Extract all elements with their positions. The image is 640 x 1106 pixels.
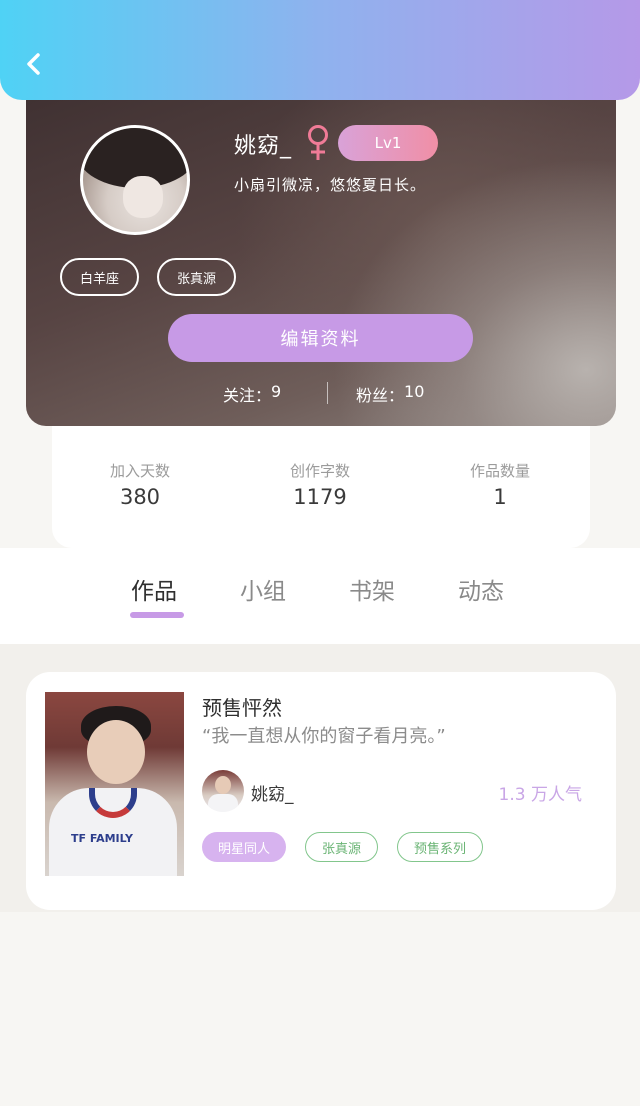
following-label: 关注：: [223, 386, 272, 405]
work-title[interactable]: 预售怦然: [202, 692, 282, 721]
author-avatar[interactable]: [202, 770, 244, 812]
stat-works-count: 作品数量 1: [430, 460, 570, 509]
work-tag-category[interactable]: 明星同人: [202, 832, 287, 862]
profile-tag-idol[interactable]: 张真源: [157, 258, 237, 296]
cover-jersey-text: TF FAMILY: [71, 832, 133, 845]
tab-bar: 作品 小组 书架 动态: [0, 548, 640, 644]
work-tag-series[interactable]: 预售系列: [397, 832, 484, 862]
stat-value: 380: [119, 485, 161, 509]
profile-tag-zodiac[interactable]: 白羊座: [60, 258, 140, 296]
female-gender-icon: [308, 125, 328, 160]
edit-profile-button[interactable]: 编辑资料: [168, 314, 473, 362]
followers-label: 粉丝：: [356, 386, 405, 405]
tab-groups[interactable]: 小组: [240, 572, 286, 606]
stat-label: 创作字数: [289, 462, 350, 480]
work-card[interactable]: TF FAMILY 预售怦然 “我一直想从你的窗子看月亮。” 姚窈_ 1.3 万…: [26, 672, 616, 910]
tab-bookshelf[interactable]: 书架: [349, 572, 395, 606]
top-header-bar: [0, 0, 640, 100]
level-badge: Lv1: [338, 125, 438, 161]
followers-count: 10: [404, 382, 425, 401]
work-cover-image[interactable]: TF FAMILY: [45, 692, 184, 876]
username: 姚窈_: [234, 134, 293, 159]
tab-works[interactable]: 作品: [131, 572, 177, 606]
follow-stats-row: 关注： 9 粉丝： 10: [26, 380, 616, 408]
active-tab-indicator: [130, 612, 184, 618]
follow-divider: [327, 382, 328, 404]
avatar[interactable]: [80, 125, 190, 235]
following-count: 9: [271, 382, 282, 401]
back-button[interactable]: [14, 44, 54, 84]
chevron-left-icon: [27, 53, 40, 75]
author-name[interactable]: 姚窈_: [251, 780, 294, 805]
stats-card: 加入天数 380 创作字数 1179 作品数量 1: [52, 420, 590, 548]
stat-word-count: 创作字数 1179: [250, 460, 390, 509]
following-link[interactable]: 关注： 9: [223, 382, 281, 406]
stat-value: 1: [493, 485, 507, 509]
followers-link[interactable]: 粉丝： 10: [356, 382, 424, 406]
stat-label: 加入天数: [109, 462, 170, 480]
bio-text: 小扇引微凉，悠悠夏日长。: [234, 176, 427, 194]
stat-label: 作品数量: [469, 462, 530, 480]
stat-value: 1179: [293, 485, 347, 509]
tab-activity[interactable]: 动态: [458, 572, 504, 606]
work-tag-idol[interactable]: 张真源: [305, 832, 379, 862]
stat-join-days: 加入天数 380: [70, 460, 210, 509]
profile-card: 姚窈_ Lv1 小扇引微凉，悠悠夏日长。 白羊座 张真源 编辑资料 关注： 9 …: [26, 70, 616, 426]
work-quote: “我一直想从你的窗子看月亮。”: [202, 726, 446, 747]
popularity-count: 1.3 万人气: [498, 785, 582, 805]
